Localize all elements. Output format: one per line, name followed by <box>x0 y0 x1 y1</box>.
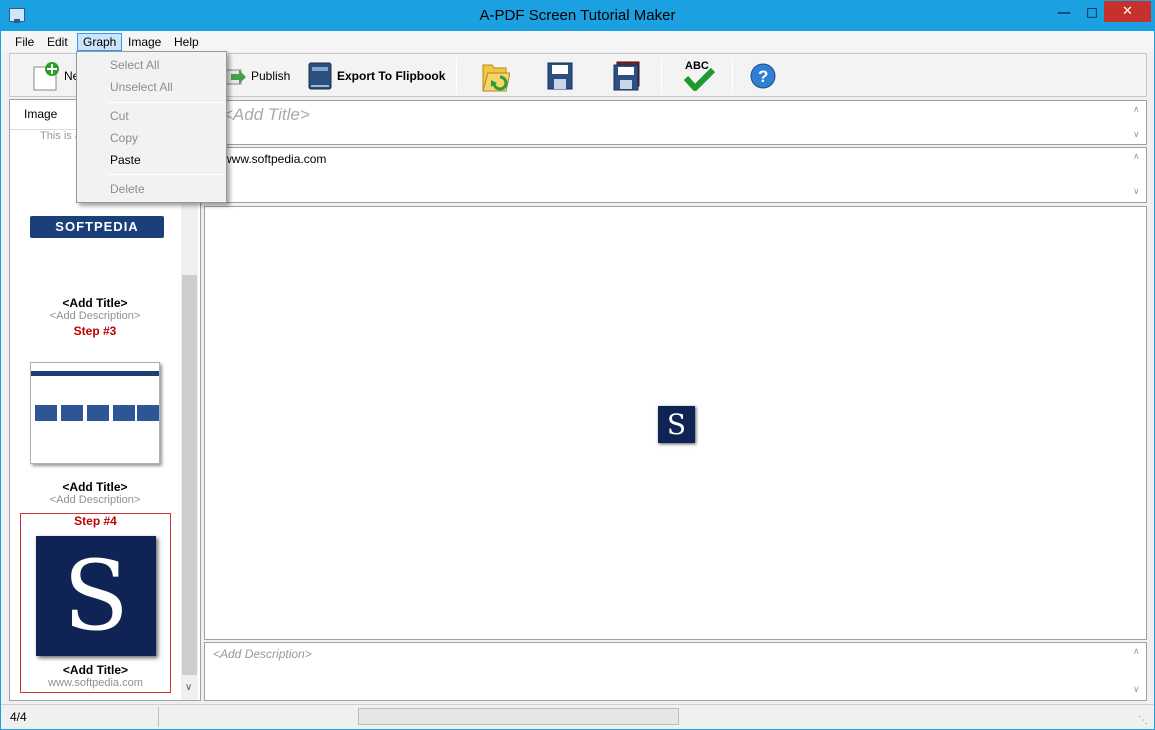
graph-dropdown-menu: Select All Unselect All Cut Copy Paste D… <box>76 51 227 203</box>
menu-separator <box>107 102 224 103</box>
step-title: <Add Title> <box>62 296 128 310</box>
step-label: Step #3 <box>73 324 117 338</box>
step-description: <Add Description> <box>49 494 141 506</box>
open-button[interactable] <box>480 58 510 94</box>
flipbook-icon <box>308 62 332 90</box>
subtitle-scrollbar[interactable]: ∧ ∨ <box>1129 148 1146 202</box>
progress-bar <box>358 708 679 725</box>
step-partial-text: This is a <box>40 130 81 142</box>
scroll-up-icon[interactable]: ∧ <box>1133 151 1140 162</box>
menu-file[interactable]: File <box>10 33 39 51</box>
close-button[interactable]: ✕ <box>1104 1 1151 22</box>
spellcheck-icon: ABC <box>683 60 716 91</box>
scroll-down-icon[interactable]: ∨ <box>1133 186 1140 197</box>
steps-scrollbar[interactable]: ∨ <box>181 130 198 700</box>
scroll-down-icon[interactable]: ∨ <box>185 682 192 693</box>
open-folder-icon <box>482 64 510 92</box>
toolbar-separator <box>456 58 457 94</box>
scroll-up-icon[interactable]: ∧ <box>1133 646 1140 657</box>
title-bar: A-PDF Screen Tutorial Maker — □ ✕ <box>1 1 1154 31</box>
publish-button[interactable]: Publish <box>223 58 290 94</box>
menu-bar: File Edit Graph Image Help <box>1 31 1154 52</box>
help-button[interactable]: ? <box>749 58 777 94</box>
new-button[interactable]: Ne <box>32 58 79 94</box>
menu-graph[interactable]: Graph <box>77 33 123 51</box>
save-icon <box>547 62 573 90</box>
step-4-item-selected[interactable]: Step #4 S <Add Title> www.softpedia.com <box>20 513 171 693</box>
menu-help[interactable]: Help <box>169 33 204 51</box>
title-placeholder: <Add Title> <box>223 105 310 124</box>
page-indicator: 4/4 <box>10 710 27 724</box>
screenshot-thumbnail[interactable] <box>30 362 160 464</box>
s-logo-image[interactable]: S <box>658 406 695 443</box>
menu-gutter <box>77 52 105 202</box>
export-flipbook-button[interactable]: Export To Flipbook <box>307 58 445 94</box>
menu-unselect-all[interactable]: Unselect All <box>110 78 173 96</box>
softpedia-logo-thumbnail[interactable]: SOFTPEDIA <box>30 216 164 238</box>
description-scrollbar[interactable]: ∧ ∨ <box>1129 643 1146 700</box>
subtitle-editor[interactable]: www.softpedia.com ∧ ∨ <box>204 147 1147 203</box>
status-bar: 4/4 ⋱ <box>1 704 1154 729</box>
step-title: <Add Title> <box>62 663 129 677</box>
step-label: Step #4 <box>74 514 117 528</box>
s-logo-thumbnail: S <box>36 536 156 656</box>
title-editor[interactable]: <Add Title> ∧ ∨ <box>204 100 1147 145</box>
url-text: www.softpedia.com <box>223 152 327 166</box>
scroll-up-icon[interactable]: ∧ <box>1133 104 1140 115</box>
thumb-tile <box>113 405 135 421</box>
title-scrollbar[interactable]: ∧ ∨ <box>1129 101 1146 144</box>
menu-edit[interactable]: Edit <box>42 33 73 51</box>
tab-image[interactable]: Image <box>24 107 57 121</box>
app-window: A-PDF Screen Tutorial Maker — □ ✕ File E… <box>0 0 1155 730</box>
menu-separator <box>107 174 224 175</box>
thumb-tile <box>87 405 109 421</box>
step-2-caption[interactable]: <Add Title> <Add Description> Step #3 <box>20 296 170 338</box>
menu-paste[interactable]: Paste <box>110 151 141 169</box>
menu-select-all[interactable]: Select All <box>110 56 159 74</box>
svg-text:?: ? <box>758 67 768 86</box>
window-title: A-PDF Screen Tutorial Maker <box>479 7 676 24</box>
status-separator <box>158 707 159 727</box>
scrollbar-thumb[interactable] <box>182 275 197 675</box>
step-description: www.softpedia.com <box>48 677 143 689</box>
step-3-caption[interactable]: <Add Title> <Add Description> <box>20 480 170 506</box>
menu-delete[interactable]: Delete <box>110 180 145 198</box>
step-4-caption: <Add Title> www.softpedia.com <box>21 663 170 689</box>
thumb-header-bar <box>31 371 159 376</box>
description-editor[interactable]: <Add Description> ∧ ∨ <box>204 642 1147 701</box>
toolbar-separator <box>661 58 662 94</box>
scroll-down-icon[interactable]: ∨ <box>1133 129 1140 140</box>
step-description: <Add Description> <box>49 310 141 322</box>
minimize-button[interactable]: — <box>1050 5 1078 26</box>
menu-cut[interactable]: Cut <box>110 107 129 125</box>
scroll-down-icon[interactable]: ∨ <box>1133 684 1140 695</box>
save-all-button[interactable] <box>613 58 641 94</box>
menu-copy[interactable]: Copy <box>110 129 138 147</box>
step-title: <Add Title> <box>62 480 128 494</box>
spellcheck-button[interactable]: ABC <box>682 58 716 94</box>
description-placeholder: <Add Description> <box>213 647 312 661</box>
thumb-tile <box>61 405 83 421</box>
image-canvas[interactable]: S <box>204 206 1147 640</box>
svg-text:ABC: ABC <box>685 60 709 72</box>
help-icon: ? <box>750 63 776 89</box>
toolbar-separator <box>732 58 733 94</box>
new-icon <box>33 62 59 91</box>
publish-label: Publish <box>251 69 291 83</box>
menu-image[interactable]: Image <box>123 33 166 51</box>
maximize-button[interactable]: □ <box>1078 5 1106 26</box>
thumb-tile <box>35 405 57 421</box>
export-label: Export To Flipbook <box>337 69 446 83</box>
save-button[interactable] <box>547 58 573 94</box>
resize-grip-icon[interactable]: ⋱ <box>1138 715 1148 726</box>
save-all-icon <box>613 61 640 91</box>
thumb-tile <box>137 405 159 421</box>
